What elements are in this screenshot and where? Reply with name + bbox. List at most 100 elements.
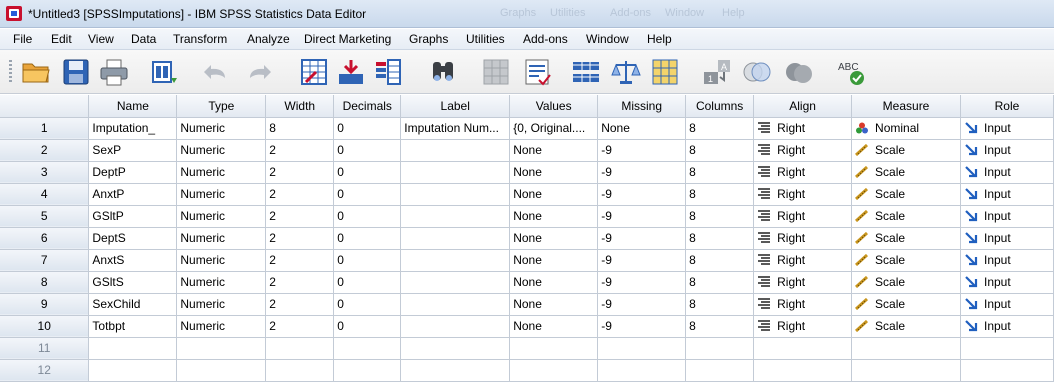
col-header-label[interactable]: Label xyxy=(400,95,511,118)
cell-missing[interactable]: None xyxy=(597,117,687,140)
cell-type[interactable]: Numeric xyxy=(176,117,267,140)
grid-corner[interactable] xyxy=(0,95,90,118)
cell-align[interactable]: Right xyxy=(753,205,853,228)
goto-variable-icon[interactable] xyxy=(335,56,367,88)
table-row[interactable]: 3 DeptP Numeric 2 0 None -9 8 Right Scale Input xyxy=(0,161,1054,184)
cell-decimals[interactable]: 0 xyxy=(333,315,402,338)
cell-role[interactable]: Input xyxy=(960,249,1054,272)
row-number[interactable]: 9 xyxy=(0,293,90,316)
cell-values[interactable]: None xyxy=(509,271,599,294)
cell-label[interactable] xyxy=(400,205,511,228)
cell-name[interactable]: DeptP xyxy=(88,161,178,184)
find-icon[interactable] xyxy=(427,56,459,88)
cell-decimals[interactable]: 0 xyxy=(333,271,402,294)
value-labels-icon[interactable]: 1A xyxy=(702,56,734,88)
cell-columns[interactable]: 8 xyxy=(685,293,755,316)
cell-columns[interactable]: 8 xyxy=(685,227,755,250)
table-row[interactable]: 9 SexChild Numeric 2 0 None -9 8 Right Scale Input xyxy=(0,293,1054,316)
cell-label[interactable] xyxy=(400,161,511,184)
variables-icon[interactable] xyxy=(372,56,404,88)
cell-name[interactable]: DeptS xyxy=(88,227,178,250)
cell-columns[interactable]: 8 xyxy=(685,205,755,228)
col-header-missing[interactable]: Missing xyxy=(597,95,687,118)
col-header-type[interactable]: Type xyxy=(176,95,267,118)
cell-label[interactable] xyxy=(400,183,511,206)
row-number[interactable]: 6 xyxy=(0,227,90,250)
cell-role[interactable]: Input xyxy=(960,227,1054,250)
cell-width[interactable]: 2 xyxy=(265,293,335,316)
cell-type[interactable]: Numeric xyxy=(176,315,267,338)
empty-cell[interactable] xyxy=(509,337,599,360)
cell-missing[interactable]: -9 xyxy=(597,227,687,250)
col-header-decimals[interactable]: Decimals xyxy=(333,95,402,118)
table-row[interactable]: 7 AnxtS Numeric 2 0 None -9 8 Right Scale Input xyxy=(0,249,1054,272)
undo-icon[interactable] xyxy=(199,56,231,88)
cell-align[interactable]: Right xyxy=(753,315,853,338)
cell-values[interactable]: None xyxy=(509,161,599,184)
row-number[interactable]: 4 xyxy=(0,183,90,206)
cell-width[interactable]: 2 xyxy=(265,205,335,228)
empty-cell[interactable] xyxy=(597,337,687,360)
empty-cell[interactable] xyxy=(400,359,511,382)
cell-width[interactable]: 2 xyxy=(265,315,335,338)
show-sets-icon[interactable] xyxy=(783,56,815,88)
cell-columns[interactable]: 8 xyxy=(685,315,755,338)
cell-measure[interactable]: Scale xyxy=(851,161,961,184)
cell-missing[interactable]: -9 xyxy=(597,271,687,294)
menu-direct-marketing[interactable]: Direct Marketing xyxy=(304,32,391,46)
col-header-name[interactable]: Name xyxy=(88,95,178,118)
col-header-columns[interactable]: Columns xyxy=(685,95,755,118)
cell-align[interactable]: Right xyxy=(753,117,853,140)
cell-decimals[interactable]: 0 xyxy=(333,293,402,316)
table-row[interactable]: 5 GSltP Numeric 2 0 None -9 8 Right Scale Input xyxy=(0,205,1054,228)
cell-role[interactable]: Input xyxy=(960,117,1054,140)
cell-name[interactable]: AnxtP xyxy=(88,183,178,206)
cell-align[interactable]: Right xyxy=(753,183,853,206)
cell-values[interactable]: None xyxy=(509,139,599,162)
cell-label[interactable]: Imputation Num... xyxy=(400,117,511,140)
cell-measure[interactable]: Nominal xyxy=(851,117,961,140)
menu-edit[interactable]: Edit xyxy=(51,32,72,46)
cell-columns[interactable]: 8 xyxy=(685,161,755,184)
cell-decimals[interactable]: 0 xyxy=(333,161,402,184)
cell-missing[interactable]: -9 xyxy=(597,315,687,338)
cell-name[interactable]: GSltS xyxy=(88,271,178,294)
cell-columns[interactable]: 8 xyxy=(685,139,755,162)
empty-cell[interactable] xyxy=(960,359,1054,382)
cell-label[interactable] xyxy=(400,315,511,338)
table-row[interactable]: 8 GSltS Numeric 2 0 None -9 8 Right Scale Input xyxy=(0,271,1054,294)
cell-measure[interactable]: Scale xyxy=(851,139,961,162)
cell-measure[interactable]: Scale xyxy=(851,227,961,250)
empty-cell[interactable] xyxy=(851,337,961,360)
empty-cell[interactable] xyxy=(685,359,755,382)
redo-icon[interactable] xyxy=(244,56,276,88)
cell-role[interactable]: Input xyxy=(960,205,1054,228)
cell-measure[interactable]: Scale xyxy=(851,293,961,316)
cell-label[interactable] xyxy=(400,139,511,162)
print-icon[interactable] xyxy=(98,56,130,88)
empty-cell[interactable] xyxy=(88,337,178,360)
cell-values[interactable]: None xyxy=(509,249,599,272)
cell-width[interactable]: 2 xyxy=(265,271,335,294)
col-header-align[interactable]: Align xyxy=(753,95,853,118)
row-number[interactable]: 12 xyxy=(0,359,90,382)
cell-name[interactable]: Totbpt xyxy=(88,315,178,338)
open-icon[interactable] xyxy=(20,56,52,88)
table-row-empty[interactable]: 12 xyxy=(0,359,1054,382)
cell-type[interactable]: Numeric xyxy=(176,271,267,294)
cell-name[interactable]: AnxtS xyxy=(88,249,178,272)
cell-columns[interactable]: 8 xyxy=(685,117,755,140)
menu-addons[interactable]: Add-ons xyxy=(523,32,568,46)
cell-align[interactable]: Right xyxy=(753,271,853,294)
menu-view[interactable]: View xyxy=(88,32,114,46)
cell-missing[interactable]: -9 xyxy=(597,161,687,184)
cell-decimals[interactable]: 0 xyxy=(333,205,402,228)
spell-check-icon[interactable]: ABC xyxy=(835,56,867,88)
cell-type[interactable]: Numeric xyxy=(176,183,267,206)
table-row[interactable]: 10 Totbpt Numeric 2 0 None -9 8 Right Scale Input xyxy=(0,315,1054,338)
cell-missing[interactable]: -9 xyxy=(597,249,687,272)
cell-type[interactable]: Numeric xyxy=(176,139,267,162)
cell-width[interactable]: 2 xyxy=(265,161,335,184)
row-number[interactable]: 11 xyxy=(0,337,90,360)
row-number[interactable]: 3 xyxy=(0,161,90,184)
